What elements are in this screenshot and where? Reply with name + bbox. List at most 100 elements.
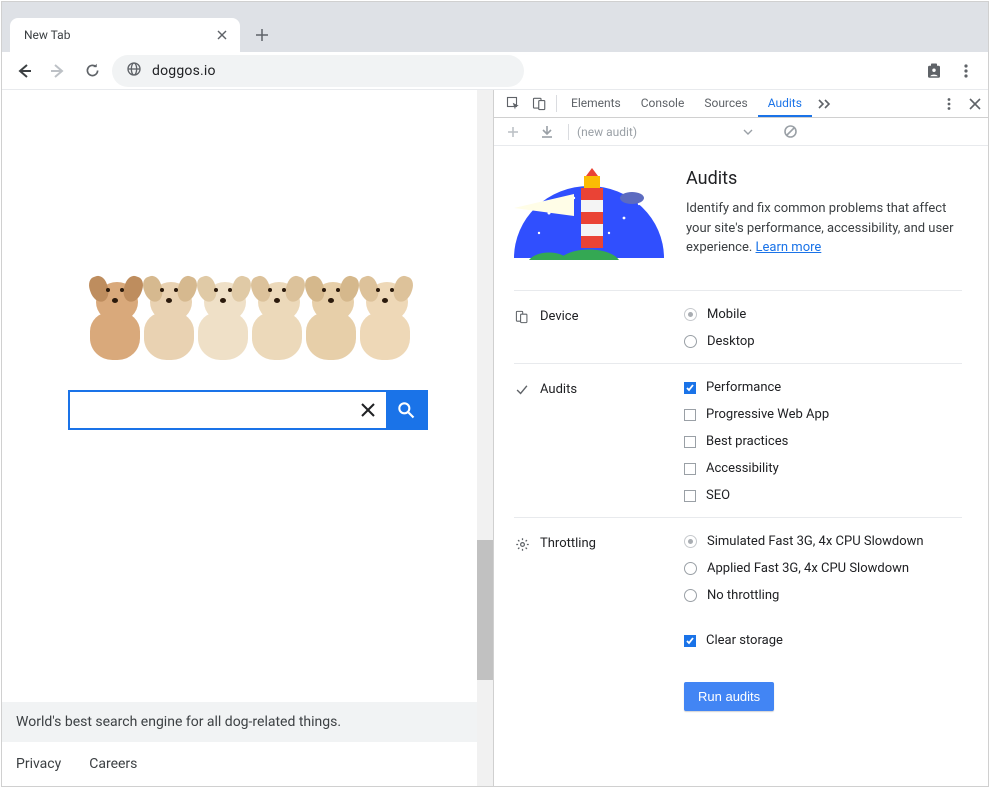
radio-icon <box>684 562 697 575</box>
close-icon <box>360 402 376 418</box>
device-option-desktop[interactable]: Desktop <box>684 334 962 349</box>
tab-title: New Tab <box>24 28 70 42</box>
gear-icon <box>514 536 530 552</box>
inspect-icon <box>506 96 521 111</box>
search-form <box>68 390 428 430</box>
footer-privacy-link[interactable]: Privacy <box>16 756 61 772</box>
audit-seo[interactable]: SEO <box>684 488 962 503</box>
devtools-close-button[interactable] <box>962 90 988 117</box>
search-icon <box>396 400 416 420</box>
close-icon <box>969 98 981 110</box>
reload-icon <box>84 62 101 79</box>
new-audit-button[interactable] <box>500 126 526 138</box>
throttling-simulated[interactable]: Simulated Fast 3G, 4x CPU Slowdown <box>684 534 962 549</box>
devtools-tabbar: Elements Console Sources Audits <box>494 90 988 118</box>
throttling-applied[interactable]: Applied Fast 3G, 4x CPU Slowdown <box>684 561 962 576</box>
device-icon <box>514 309 530 325</box>
window-titlebar <box>2 2 988 14</box>
webpage-viewport: World's best search engine for all dog-r… <box>2 90 494 786</box>
device-toggle-button[interactable] <box>526 90 552 117</box>
search-submit-button[interactable] <box>386 392 426 428</box>
section-run: Clear storage Run audits <box>514 617 962 725</box>
checkbox-icon <box>684 635 696 647</box>
tab-strip: New Tab <box>2 14 988 52</box>
devtools-tab-elements[interactable]: Elements <box>561 90 631 117</box>
section-throttling: Throttling Simulated Fast 3G, 4x CPU Slo… <box>514 517 962 617</box>
audit-performance[interactable]: Performance <box>684 380 962 395</box>
devtools-tab-audits[interactable]: Audits <box>758 90 812 117</box>
reload-button[interactable] <box>78 57 106 85</box>
checkbox-icon <box>684 436 696 448</box>
audits-label: Audits <box>540 382 577 397</box>
footer-links: Privacy Careers <box>2 742 493 786</box>
download-icon <box>540 125 554 139</box>
audit-selector-label: (new audit) <box>577 125 637 139</box>
radio-icon <box>684 535 697 548</box>
devtools-tab-sources[interactable]: Sources <box>694 90 757 117</box>
arrow-right-icon <box>49 62 67 80</box>
devtools-menu-button[interactable] <box>936 90 962 117</box>
url-text: doggos.io <box>152 63 216 79</box>
throttling-label: Throttling <box>540 536 596 551</box>
device-icon <box>532 96 547 111</box>
hero-image <box>48 210 448 360</box>
clear-search-button[interactable] <box>350 392 386 428</box>
checkbox-icon <box>684 382 696 394</box>
run-audits-button[interactable]: Run audits <box>684 682 774 711</box>
check-icon <box>514 382 530 398</box>
chevron-down-icon <box>743 129 753 135</box>
no-icon <box>783 124 798 139</box>
radio-icon <box>684 308 697 321</box>
device-label: Device <box>540 309 579 324</box>
chrome-window: New Tab doggos.io <box>1 1 989 787</box>
plus-icon <box>507 126 519 138</box>
checkbox-icon <box>684 409 696 421</box>
tagline: World's best search engine for all dog-r… <box>2 702 478 742</box>
browser-tab[interactable]: New Tab <box>10 18 240 52</box>
kebab-icon <box>942 97 956 111</box>
close-icon <box>217 30 227 40</box>
audits-body: Audits Identify and fix common problems … <box>494 146 988 786</box>
audit-pwa[interactable]: Progressive Web App <box>684 407 962 422</box>
forward-button[interactable] <box>44 57 72 85</box>
chevrons-right-icon <box>818 99 832 109</box>
radio-icon <box>684 335 697 348</box>
kebab-icon <box>958 63 974 79</box>
lighthouse-illustration <box>514 168 664 268</box>
address-bar[interactable]: doggos.io <box>112 55 524 87</box>
section-device: Device Mobile Desktop <box>514 290 962 363</box>
account-icon <box>925 62 943 80</box>
audits-subbar: (new audit) <box>494 118 988 146</box>
arrow-left-icon <box>15 62 33 80</box>
browser-toolbar: doggos.io <box>2 52 988 90</box>
throttling-none[interactable]: No throttling <box>684 588 962 603</box>
account-button[interactable] <box>920 57 948 85</box>
plus-icon <box>255 28 269 42</box>
scrollbar-thumb[interactable] <box>477 540 493 680</box>
devtools-more-tabs-button[interactable] <box>812 90 838 117</box>
globe-icon <box>126 61 142 81</box>
checkbox-icon <box>684 490 696 502</box>
content-split: World's best search engine for all dog-r… <box>2 90 988 786</box>
footer-careers-link[interactable]: Careers <box>89 756 137 772</box>
page-scrollbar[interactable] <box>477 90 493 786</box>
back-button[interactable] <box>10 57 38 85</box>
audit-selector[interactable]: (new audit) <box>577 125 637 139</box>
audit-accessibility[interactable]: Accessibility <box>684 461 962 476</box>
inspect-element-button[interactable] <box>500 90 526 117</box>
download-report-button[interactable] <box>534 125 560 139</box>
search-input[interactable] <box>70 392 350 428</box>
chrome-menu-button[interactable] <box>952 57 980 85</box>
audits-description: Identify and fix common problems that af… <box>686 199 962 258</box>
clear-storage-option[interactable]: Clear storage <box>684 633 962 648</box>
devtools-tab-console[interactable]: Console <box>631 90 695 117</box>
radio-icon <box>684 589 697 602</box>
device-option-mobile[interactable]: Mobile <box>684 307 962 322</box>
checkbox-icon <box>684 463 696 475</box>
section-audits: Audits Performance Progressive Web App <box>514 363 962 517</box>
audit-best-practices[interactable]: Best practices <box>684 434 962 449</box>
clear-button[interactable] <box>777 124 803 139</box>
new-tab-button[interactable] <box>248 21 276 49</box>
learn-more-link[interactable]: Learn more <box>756 240 822 255</box>
close-tab-button[interactable] <box>214 27 230 43</box>
